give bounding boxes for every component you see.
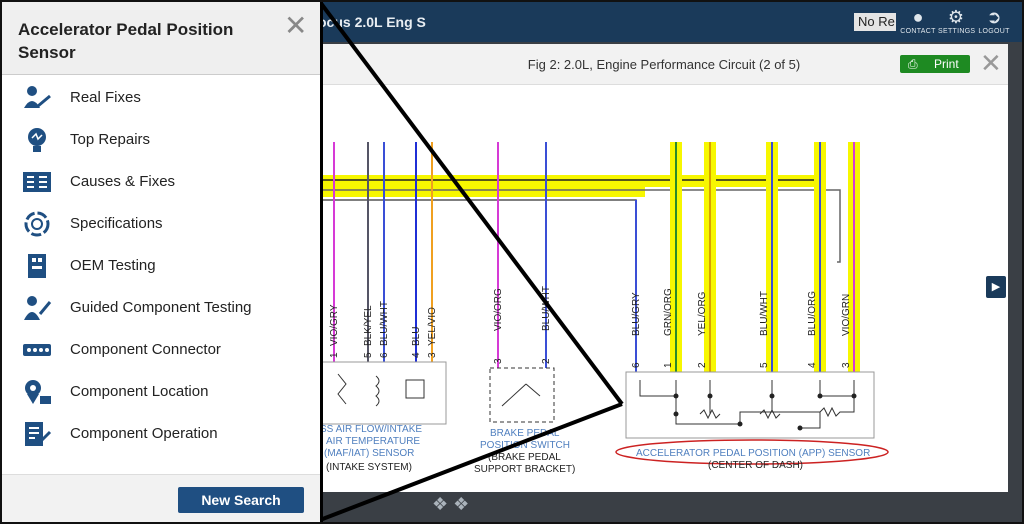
new-search-button[interactable]: New Search — [178, 487, 304, 513]
component-side-panel: Accelerator Pedal Position Sensor ✕ Real… — [2, 2, 323, 522]
specifications-icon — [24, 211, 50, 237]
menu-item-real-fixes[interactable]: Real Fixes — [2, 78, 320, 118]
menu-item-label: Guided Component Testing — [70, 299, 252, 316]
panel-header: Accelerator Pedal Position Sensor ✕ — [2, 2, 320, 75]
menu-item-label: Component Location — [70, 383, 209, 400]
guided-testing-icon — [24, 296, 52, 320]
panel-title: Accelerator Pedal Position Sensor — [18, 20, 234, 62]
causes-fixes-icon — [23, 172, 51, 192]
menu-item-component-location[interactable]: Component Location — [2, 372, 320, 412]
panel-footer: New Search — [2, 474, 320, 522]
menu-item-label: Causes & Fixes — [70, 173, 176, 190]
menu-item-label: Specifications — [70, 215, 163, 232]
top-repairs-icon — [28, 128, 46, 152]
location-icon — [25, 380, 51, 404]
oem-testing-icon — [28, 254, 46, 278]
real-fixes-icon — [24, 86, 51, 108]
connector-icon — [23, 344, 51, 356]
menu-item-component-operation[interactable]: Component Operation — [2, 414, 320, 454]
menu-item-top-repairs[interactable]: Top Repairs — [2, 120, 320, 160]
menu-item-guided-component-testing[interactable]: Guided Component Testing — [2, 288, 320, 328]
menu-item-label: Top Repairs — [70, 131, 151, 148]
panel-close-icon[interactable]: ✕ — [284, 12, 307, 40]
menu-item-component-connector[interactable]: Component Connector — [2, 330, 320, 370]
menu-item-label: Real Fixes — [70, 89, 141, 106]
app-frame: ocus 2.0L Eng S No Re ● CONTACT ⚙ SETTIN… — [0, 0, 1024, 524]
menu-item-label: Component Connector — [70, 341, 221, 358]
operation-icon — [25, 422, 52, 446]
menu-item-label: OEM Testing — [70, 257, 156, 274]
menu-item-causes-fixes[interactable]: Causes & Fixes — [2, 162, 320, 202]
annotation-line-bottom — [319, 402, 623, 522]
menu-item-specifications[interactable]: Specifications — [2, 204, 320, 244]
annotation-line-top — [318, 2, 624, 406]
menu-item-label: Component Operation — [70, 425, 218, 442]
menu-item-oem-testing[interactable]: OEM Testing — [2, 246, 320, 286]
